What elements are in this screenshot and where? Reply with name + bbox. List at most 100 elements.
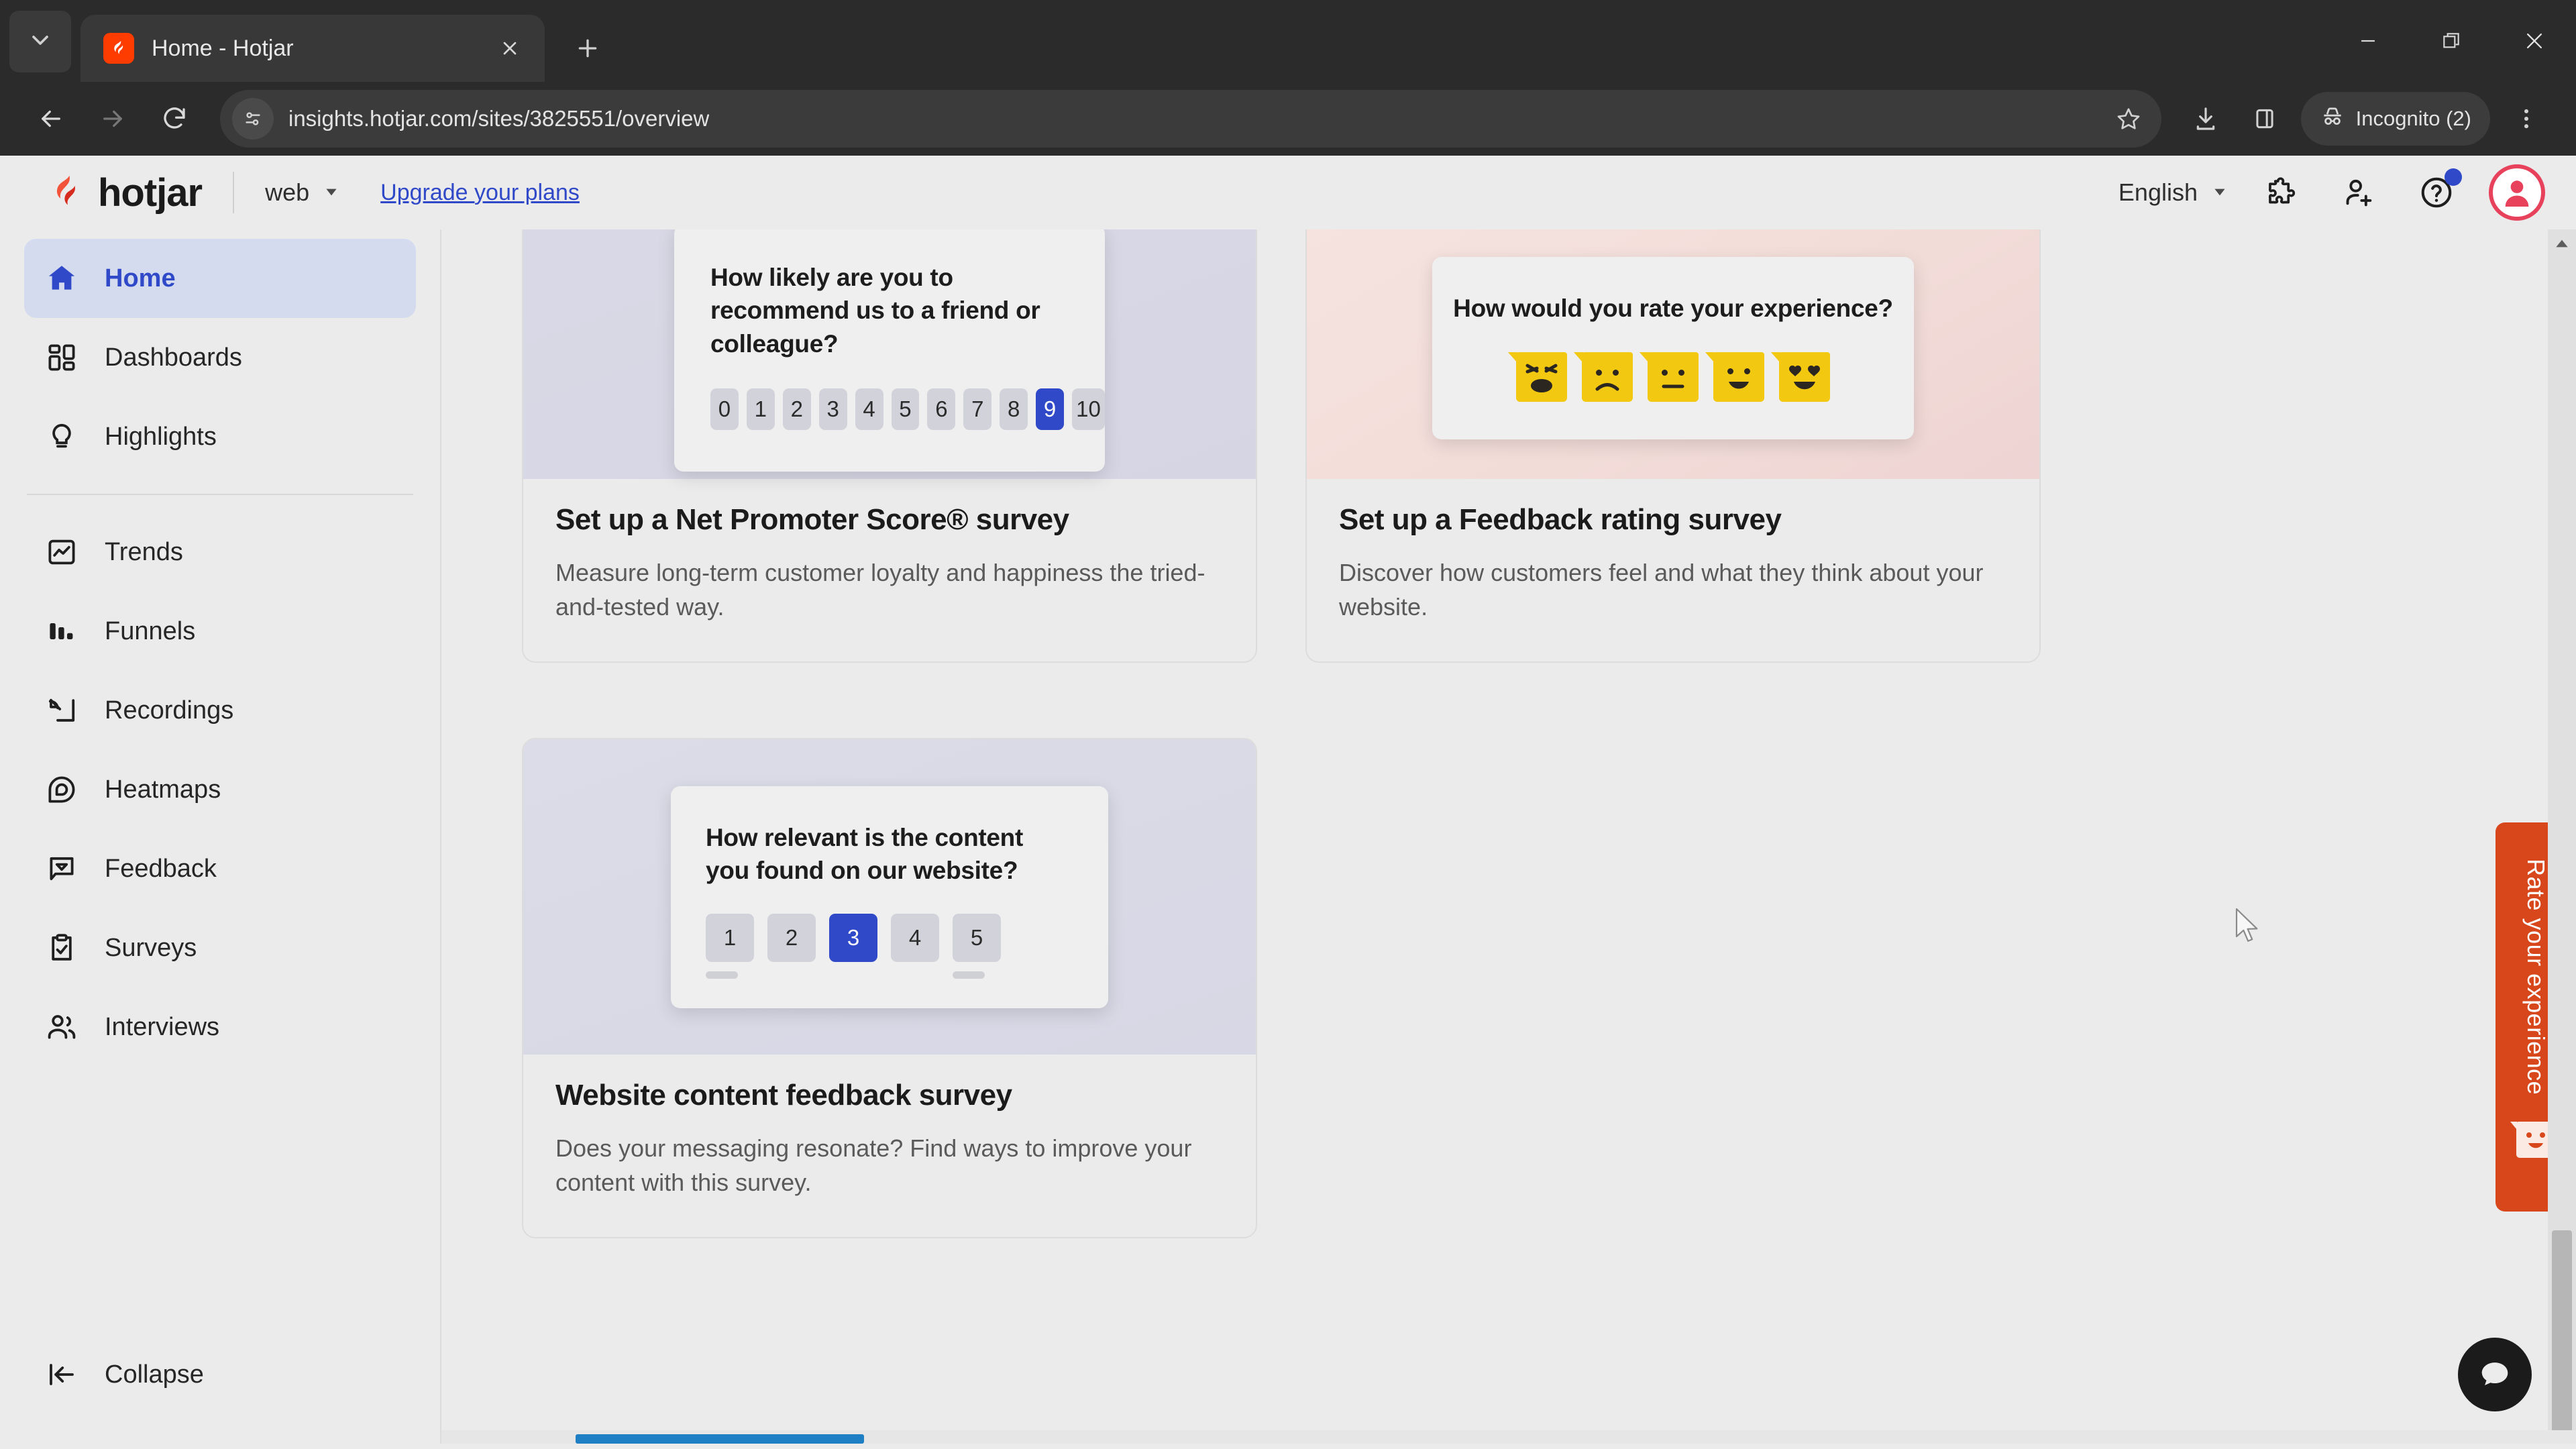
- survey-card-website-content[interactable]: How relevant is the content you found on…: [522, 738, 1257, 1238]
- sidebar-item-trends[interactable]: Trends: [24, 513, 416, 592]
- nps-scale-option-selected[interactable]: 9: [1036, 388, 1064, 430]
- angry-face-icon[interactable]: [1516, 352, 1567, 402]
- vertical-scroll-thumb[interactable]: [2552, 1230, 2572, 1444]
- nps-scale-option[interactable]: 7: [963, 388, 991, 430]
- sidebar-item-label: Recordings: [105, 696, 233, 725]
- dashboard-icon: [44, 340, 79, 375]
- sidebar-item-funnels[interactable]: Funnels: [24, 592, 416, 671]
- sidebar-item-home[interactable]: Home: [24, 239, 416, 318]
- nps-scale-option[interactable]: 1: [747, 388, 775, 430]
- sidebar-item-label: Dashboards: [105, 343, 242, 372]
- chat-bubble-icon[interactable]: [2458, 1338, 2532, 1411]
- sidebar-item-interviews[interactable]: Interviews: [24, 987, 416, 1067]
- collapse-left-icon: [44, 1357, 79, 1392]
- incognito-profile-chip[interactable]: Incognito (2): [2301, 92, 2490, 146]
- language-selector[interactable]: English: [2118, 178, 2229, 207]
- content-scale-option[interactable]: 1: [706, 914, 754, 962]
- hotjar-logo[interactable]: hotjar: [47, 170, 202, 215]
- star-icon[interactable]: [2105, 95, 2152, 142]
- sidebar-item-dashboards[interactable]: Dashboards: [24, 318, 416, 397]
- funnels-bars-icon: [44, 614, 79, 649]
- incognito-label: Incognito (2): [2356, 107, 2471, 131]
- survey-card-feedback-rating[interactable]: How would you rate your experience?: [1305, 229, 2041, 663]
- card-preview-nps: How likely are you to recommend us to a …: [523, 229, 1256, 479]
- vertical-scrollbar[interactable]: [2548, 229, 2576, 1444]
- sidebar-collapse-button[interactable]: Collapse: [24, 1335, 416, 1414]
- nps-scale-option[interactable]: 2: [783, 388, 811, 430]
- site-selector[interactable]: web: [265, 178, 340, 207]
- chevron-down-icon: [323, 178, 340, 207]
- vertical-scroll-track[interactable]: [2548, 258, 2576, 1415]
- content-scale-option[interactable]: 2: [767, 914, 816, 962]
- nps-scale-option[interactable]: 5: [892, 388, 920, 430]
- content-scale-option[interactable]: 4: [891, 914, 939, 962]
- heart-eyes-face-icon[interactable]: [1779, 352, 1830, 402]
- heatmap-icon: [44, 772, 79, 807]
- scroll-up-arrow-icon[interactable]: [2548, 229, 2576, 258]
- header-divider: [233, 172, 234, 213]
- neutral-face-icon[interactable]: [1648, 352, 1699, 402]
- hotjar-flame-icon: [103, 33, 134, 64]
- main-content: How likely are you to recommend us to a …: [441, 229, 2576, 1444]
- reload-icon[interactable]: [144, 88, 205, 150]
- hotjar-app: hotjar web Upgrade your plans English: [0, 156, 2576, 1444]
- sidebar-item-feedback[interactable]: Feedback: [24, 829, 416, 908]
- puzzle-piece-icon[interactable]: [2255, 167, 2306, 218]
- new-tab-button[interactable]: [562, 23, 613, 74]
- minimize-button[interactable]: [2326, 0, 2410, 82]
- app-body: Home Dashboards Highlights Trends: [0, 229, 2576, 1444]
- speech-bubble-icon: [44, 851, 79, 886]
- back-arrow-icon[interactable]: [20, 88, 82, 150]
- sidebar-item-label: Funnels: [105, 617, 195, 646]
- content-scale-option-selected[interactable]: 3: [829, 914, 877, 962]
- sidebar-item-label: Interviews: [105, 1013, 219, 1042]
- download-icon[interactable]: [2176, 89, 2235, 148]
- nps-scale-option[interactable]: 10: [1072, 388, 1105, 430]
- content-scale-option[interactable]: 5: [953, 914, 1001, 962]
- nps-scale-option[interactable]: 3: [819, 388, 847, 430]
- upgrade-plans-link[interactable]: Upgrade your plans: [380, 180, 580, 206]
- card-body: Set up a Net Promoter Score® survey Meas…: [523, 479, 1256, 661]
- maximize-button[interactable]: [2410, 0, 2493, 82]
- avatar[interactable]: [2489, 164, 2545, 221]
- card-title: Website content feedback survey: [555, 1079, 1224, 1112]
- content-scale-row: 1 2 3 4 5: [706, 914, 1108, 962]
- app-header: hotjar web Upgrade your plans English: [0, 156, 2576, 229]
- nps-scale-option[interactable]: 8: [1000, 388, 1028, 430]
- card-body: Set up a Feedback rating survey Discover…: [1307, 479, 2039, 661]
- page-settings-icon[interactable]: [232, 98, 274, 140]
- sidebar-item-highlights[interactable]: Highlights: [24, 397, 416, 476]
- close-icon[interactable]: [492, 31, 527, 66]
- lightbulb-icon: [44, 419, 79, 454]
- sidebar-item-surveys[interactable]: Surveys: [24, 908, 416, 987]
- hotjar-flame-icon: [47, 172, 86, 214]
- forward-arrow-icon[interactable]: [82, 88, 144, 150]
- happy-face-icon[interactable]: [1713, 352, 1764, 402]
- horizontal-scrollbar[interactable]: [441, 1430, 2576, 1444]
- survey-card-nps[interactable]: How likely are you to recommend us to a …: [522, 229, 1257, 663]
- sad-face-icon[interactable]: [1582, 352, 1633, 402]
- address-bar[interactable]: insights.hotjar.com/sites/3825551/overvi…: [220, 90, 2161, 148]
- tab-search-button[interactable]: [9, 11, 71, 72]
- card-preview-feedback: How would you rate your experience?: [1307, 229, 2039, 479]
- preview-question: How relevant is the content you found on…: [706, 821, 1061, 887]
- preview-question: How likely are you to recommend us to a …: [710, 261, 1066, 360]
- preview-question: How would you rate your experience?: [1432, 292, 1914, 325]
- nps-scale-option[interactable]: 4: [855, 388, 883, 430]
- card-description: Measure long-term customer loyalty and h…: [555, 555, 1224, 624]
- browser-tab[interactable]: Home - Hotjar: [80, 15, 545, 82]
- sidebar-item-recordings[interactable]: Recordings: [24, 671, 416, 750]
- nps-scale-row: 0 1 2 3 4 5 6 7 8 9 10: [710, 388, 1105, 430]
- side-panel-icon[interactable]: [2235, 89, 2294, 148]
- sidebar-item-heatmaps[interactable]: Heatmaps: [24, 750, 416, 829]
- three-dot-menu-icon[interactable]: [2497, 89, 2556, 148]
- emoji-rating-row: [1432, 352, 1914, 402]
- help-circle-icon[interactable]: [2411, 167, 2462, 218]
- header-actions: English: [2118, 164, 2545, 221]
- close-window-button[interactable]: [2493, 0, 2576, 82]
- nps-scale-option[interactable]: 6: [927, 388, 955, 430]
- rate-experience-label: Rate your experience: [2522, 859, 2550, 1095]
- horizontal-scroll-thumb[interactable]: [576, 1434, 864, 1444]
- nps-scale-option[interactable]: 0: [710, 388, 739, 430]
- add-user-icon[interactable]: [2333, 167, 2384, 218]
